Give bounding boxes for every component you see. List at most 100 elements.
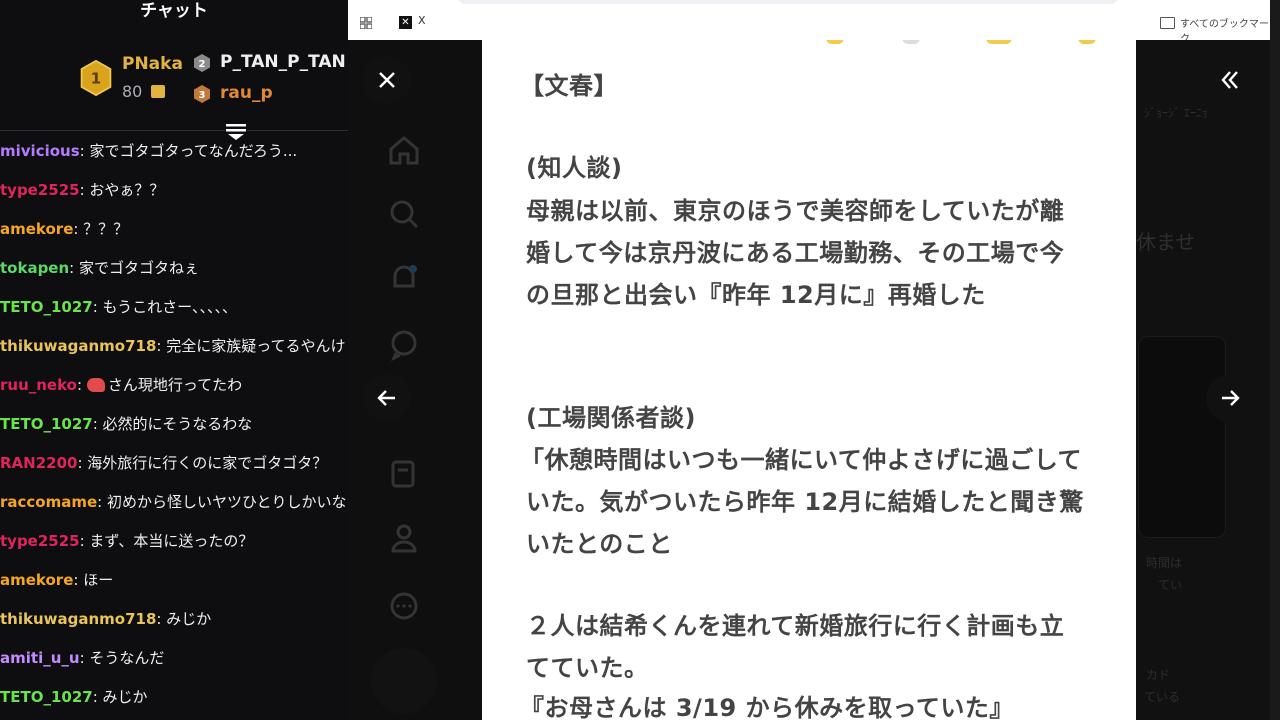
chat-message: ruu_neko: さん現地行ってたわ xyxy=(0,374,348,413)
doc-line: 母親は以前、東京のほうで美容師をしていたが離 xyxy=(526,197,1065,225)
doc-line: 「休憩時間はいつも一緒にいて仲よさげに過ごして xyxy=(520,446,1083,474)
chat-message-text: : 家でゴタゴタってなんだろう... xyxy=(79,142,298,160)
post-button xyxy=(371,648,437,714)
chat-message: type2525: まず、本当に送ったの？ xyxy=(0,530,348,569)
arrow-right-icon xyxy=(1222,390,1240,406)
chat-message: thikuwaganmo718: みじか xyxy=(0,608,348,647)
chat-title: チャット xyxy=(140,1,208,21)
chat-panel: チャット 1 PNaka 80 2 P_TAN_P_TAN 3 rau_p mi… xyxy=(0,0,348,720)
divider xyxy=(0,130,225,131)
doc-line: (知人談) xyxy=(526,154,623,182)
apps-grid-icon[interactable] xyxy=(360,17,372,29)
chat-username[interactable]: type2525 xyxy=(0,181,80,199)
notifications-bell-icon xyxy=(393,265,417,288)
double-chevron-left-icon xyxy=(1221,71,1238,89)
more-icon xyxy=(390,592,418,620)
svg-text:2: 2 xyxy=(199,59,206,70)
chat-message-text: : まず、本当に送ったの？ xyxy=(79,532,254,550)
profile-icon xyxy=(391,524,417,553)
chat-message-text: : みじか xyxy=(92,688,148,706)
chat-message-text: : ？？？ xyxy=(73,220,129,238)
next-image-button[interactable] xyxy=(1206,374,1254,422)
chat-message-text: : 海外旅行に行くのに家でゴタゴタ？ xyxy=(77,454,328,472)
chat-message: raccomame: 初めから怪しいヤツひとりしかいない xyxy=(0,491,348,530)
leaderboard-first-name[interactable]: PNaka xyxy=(122,54,183,74)
arrow-left-icon xyxy=(377,390,395,406)
browser-bookmarks-bar: ✕ X すべてのブックマーク xyxy=(348,0,1270,45)
x-sidebar-dimmed xyxy=(348,40,482,720)
search-icon xyxy=(390,200,419,229)
home-icon xyxy=(389,136,419,165)
chat-message-text: : 必然的にそうなるわな xyxy=(92,415,253,433)
chat-username[interactable]: TETO_1027 xyxy=(0,298,93,316)
chat-message-text: : 家でゴタゴタねぇ xyxy=(69,259,199,277)
doc-line: てていた。 xyxy=(526,654,649,682)
ghost-text: ｼﾞｮｰｼﾞ ｴｰﾆｮ xyxy=(1144,106,1208,120)
collapse-side-panel-button[interactable] xyxy=(1206,56,1254,104)
chat-username[interactable]: amekore xyxy=(0,220,73,238)
chat-message: RAN2200: 海外旅行に行くのに家でゴタゴタ？ xyxy=(0,452,348,491)
chat-username[interactable]: ruu_neko xyxy=(0,376,77,394)
messages-icon xyxy=(391,330,417,362)
close-button[interactable] xyxy=(363,56,411,104)
ghost-text: カド xyxy=(1146,668,1171,682)
x-logo-icon: ✕ xyxy=(399,16,412,29)
doc-line: 【文春】 xyxy=(520,72,618,100)
chat-message: amekore: ？？？ xyxy=(0,218,348,257)
chat-username[interactable]: tokapen xyxy=(0,259,69,277)
chat-message-list: mivicious: 家でゴタゴタってなんだろう... type2525: おやぁ… xyxy=(0,140,348,720)
chat-message-text: : みじか xyxy=(156,610,212,628)
ghost-text: 時間は xyxy=(1146,556,1183,570)
doc-line: 『お母さんは 3/19 から休みを取っていた』 xyxy=(520,694,1014,720)
chat-message: mivicious: 家でゴタゴタってなんだろう... xyxy=(0,140,348,179)
rank-2-badge-icon: 2 xyxy=(194,54,210,72)
leaderboard-second-name[interactable]: P_TAN_P_TAN xyxy=(220,52,346,72)
chat-message: type2525: おやぁ？？ xyxy=(0,179,348,218)
ghost-text: ている xyxy=(1144,690,1181,704)
address-bar[interactable] xyxy=(458,0,1118,4)
leaderboard-third-name[interactable]: rau_p xyxy=(220,83,273,103)
compose-list-icon xyxy=(391,460,415,488)
chat-username[interactable]: mivicious xyxy=(0,142,80,160)
rank-1-badge-icon: 1 xyxy=(80,60,112,96)
chat-message-text: : ほー xyxy=(73,571,114,589)
chat-username[interactable]: TETO_1027 xyxy=(0,688,93,706)
previous-image-button[interactable] xyxy=(363,374,411,422)
image-top-fragment xyxy=(902,40,920,44)
chat-username[interactable]: thikuwaganmo718 xyxy=(0,337,156,355)
chat-message: TETO_1027: みじか xyxy=(0,686,348,720)
chat-message-text: : そうなんだ xyxy=(79,649,165,667)
chat-username[interactable]: thikuwaganmo718 xyxy=(0,610,156,628)
doc-line: いたとのこと xyxy=(526,530,673,558)
chat-username[interactable]: type2525 xyxy=(0,532,80,550)
divider xyxy=(247,130,348,131)
rank-3-badge-icon: 3 xyxy=(194,85,210,103)
chat-message-text: さん現地行ってたわ xyxy=(107,376,243,394)
svg-text:1: 1 xyxy=(91,69,102,87)
doc-line: (工場関係者談) xyxy=(526,404,696,432)
bookmark-x-label[interactable]: X xyxy=(418,14,426,27)
chat-message-text: : 初めから怪しいヤツひとりしかいない xyxy=(97,493,348,511)
image-top-fragment xyxy=(1078,40,1096,44)
image-top-fragment xyxy=(986,40,1012,44)
chat-message-text: : おやぁ？？ xyxy=(79,181,165,199)
media-viewer: ｼﾞｮｰｼﾞ ｴｰﾆｮ 休ませ 時間は てい カド ている 【文春】 (知人談)… xyxy=(348,40,1270,720)
window-edge xyxy=(1270,0,1280,720)
chat-username[interactable]: TETO_1027 xyxy=(0,415,93,433)
chat-message: TETO_1027: もうこれさー、、、、、 xyxy=(0,296,348,335)
chat-username[interactable]: raccomame xyxy=(0,493,97,511)
ghost-card xyxy=(1138,336,1226,538)
chat-message: amekore: ほー xyxy=(0,569,348,608)
chat-message-text: : 完全に家族疑ってるやんけ xyxy=(156,337,346,355)
chat-username[interactable]: amiti_u_u xyxy=(0,649,80,667)
doc-line: の旦那と出会い『昨年 12月に』再婚した xyxy=(526,281,986,309)
chat-username[interactable]: RAN2200 xyxy=(0,454,77,472)
image-top-fragment xyxy=(826,40,844,44)
chat-username[interactable]: amekore xyxy=(0,571,73,589)
collapse-leaderboard-icon[interactable] xyxy=(225,123,247,141)
doc-line: いた。気がついたら昨年 12月に結婚したと聞き驚 xyxy=(526,488,1084,516)
gift-icon xyxy=(151,85,165,98)
chat-message-text: : もうこれさー、、、、、 xyxy=(92,298,237,316)
close-icon xyxy=(379,72,395,88)
doc-line: 婚して今は京丹波にある工場勤務、その工場で今 xyxy=(526,239,1065,267)
